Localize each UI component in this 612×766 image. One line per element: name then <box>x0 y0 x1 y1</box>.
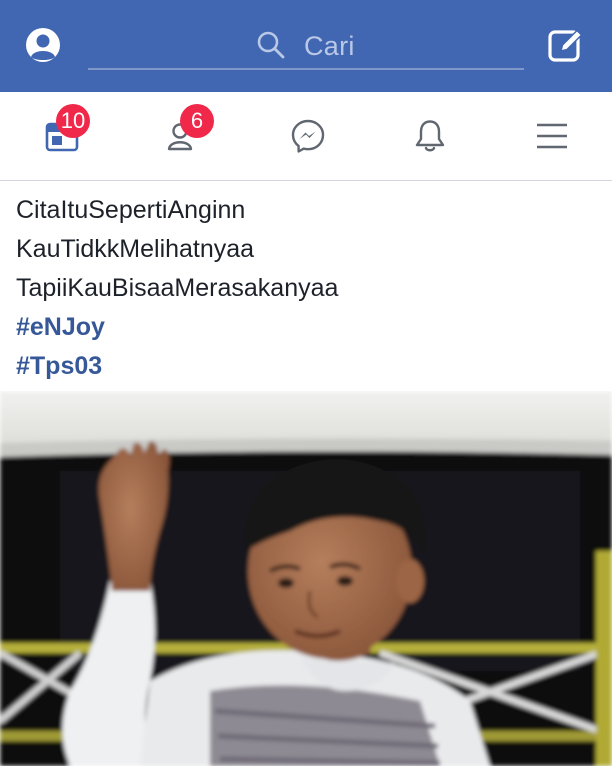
tab-news-feed[interactable]: 10 <box>10 92 110 180</box>
tab-messenger[interactable] <box>256 92 356 180</box>
compose-icon <box>548 29 583 62</box>
post-text: CitaItuSepertiAnginn KauTidkkMelihatnyaa… <box>0 181 612 391</box>
post-photo[interactable] <box>0 391 612 766</box>
post-line: KauTidkkMelihatnyaa <box>16 235 255 263</box>
post-line: TapiiKauBisaaMerasakanyaa <box>16 274 339 302</box>
search-underline <box>88 68 524 70</box>
nav-bar: 10 6 <box>0 92 612 181</box>
hamburger-menu-icon <box>537 123 567 149</box>
search-placeholder: Cari <box>304 31 355 61</box>
top-bar: Cari <box>0 0 612 92</box>
profile-icon <box>26 28 60 62</box>
tab-notifications[interactable] <box>378 92 478 180</box>
news-feed-badge: 10 <box>56 104 90 138</box>
tab-menu[interactable] <box>500 92 600 180</box>
hashtag-link[interactable]: #Tps03 <box>16 352 102 381</box>
search-icon <box>257 31 285 59</box>
post-photo-image <box>0 391 612 766</box>
bell-icon <box>415 120 445 152</box>
compose-button[interactable] <box>546 26 586 66</box>
post-line: CitaItuSepertiAnginn <box>16 196 246 224</box>
hashtag-link[interactable]: #eNJoy <box>16 313 105 342</box>
tab-friend-requests[interactable]: 6 <box>132 92 232 180</box>
profile-button[interactable] <box>24 26 62 64</box>
search-input[interactable]: Cari <box>88 20 524 70</box>
friend-requests-badge: 6 <box>180 104 214 138</box>
messenger-icon <box>291 119 325 153</box>
